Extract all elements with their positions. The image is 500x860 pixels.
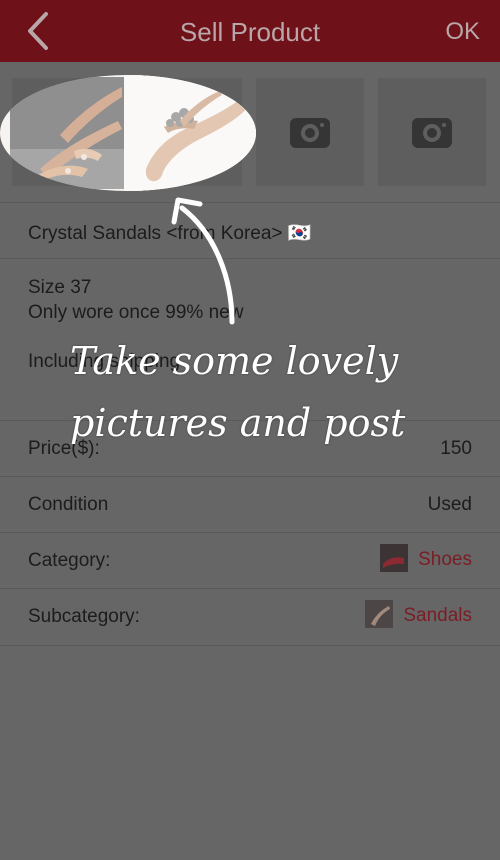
subcategory-label: Subcategory: bbox=[28, 606, 140, 627]
category-value-text: Shoes bbox=[418, 549, 472, 571]
category-row[interactable]: Category: Shoes bbox=[0, 532, 500, 589]
description-line-1: Size 37 bbox=[28, 277, 92, 298]
tutorial-line-2: pictures and post bbox=[70, 401, 406, 445]
subcategory-thumbnail bbox=[365, 600, 394, 628]
product-photo-1[interactable] bbox=[10, 77, 124, 189]
tutorial-caption: Take some lovely pictures and post bbox=[70, 330, 450, 454]
camera-icon bbox=[290, 118, 330, 148]
photo-slot-4[interactable] bbox=[378, 78, 486, 186]
condition-label: Condition bbox=[28, 494, 109, 515]
page-title: Sell Product bbox=[179, 17, 321, 47]
subcategory-value-text: Sandals bbox=[403, 605, 472, 627]
condition-value: Used bbox=[427, 494, 472, 515]
product-photo-2[interactable] bbox=[124, 75, 256, 191]
photo-slot-3[interactable] bbox=[256, 78, 364, 186]
subcategory-row[interactable]: Subcategory: Sandals bbox=[0, 588, 500, 646]
photo-spotlight bbox=[0, 75, 256, 191]
header-bar: Sell Product OK bbox=[0, 0, 500, 62]
category-value: Shoes bbox=[380, 544, 472, 574]
curved-arrow-icon bbox=[171, 197, 235, 325]
tutorial-line-1: Take some lovely bbox=[70, 339, 399, 383]
camera-icon bbox=[412, 118, 452, 148]
category-thumbnail bbox=[380, 544, 409, 572]
condition-row[interactable]: Condition Used bbox=[0, 476, 500, 533]
title-row[interactable]: Crystal Sandals <from Korea> 🇰🇷 bbox=[0, 202, 500, 259]
category-label: Category: bbox=[28, 550, 111, 571]
ok-button[interactable]: OK bbox=[445, 0, 480, 62]
subcategory-value: Sandals bbox=[365, 600, 472, 630]
